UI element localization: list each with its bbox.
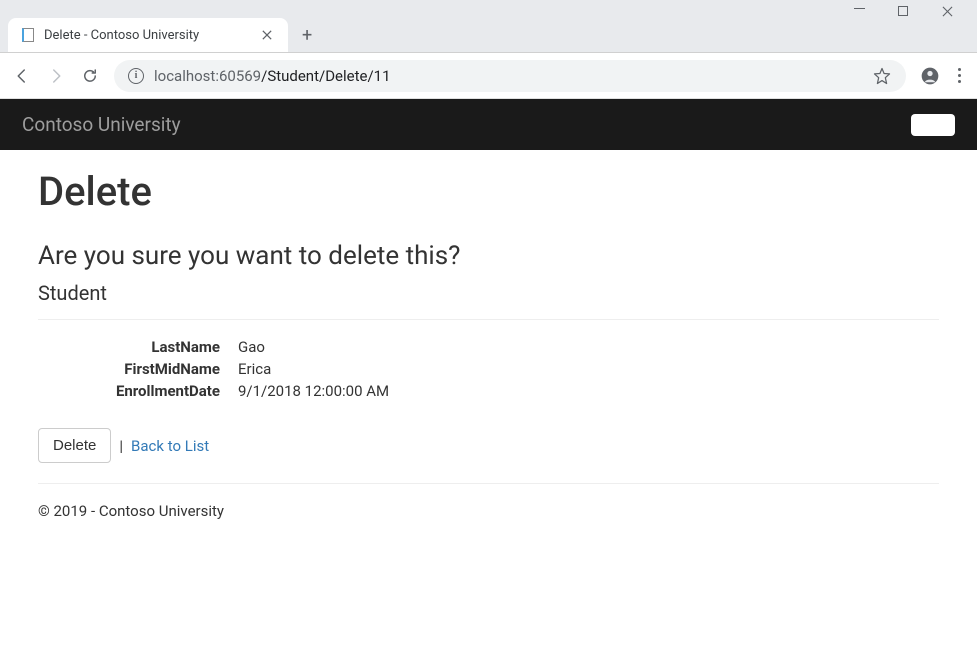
- profile-avatar-icon[interactable]: [920, 66, 940, 86]
- separator: |: [119, 437, 123, 455]
- site-info-icon[interactable]: i: [128, 68, 144, 84]
- browser-toolbar: i localhost:60569/Student/Delete/11: [0, 53, 977, 99]
- entity-name: Student: [38, 281, 939, 305]
- confirm-message: Are you sure you want to delete this?: [38, 241, 939, 271]
- tab-favicon-icon: [20, 27, 36, 43]
- tab-close-button[interactable]: [258, 26, 276, 44]
- back-button[interactable]: [12, 66, 32, 86]
- delete-button[interactable]: Delete: [38, 428, 111, 463]
- field-value: Erica: [238, 360, 939, 378]
- divider: [38, 319, 939, 320]
- field-value: 9/1/2018 12:00:00 AM: [238, 382, 939, 400]
- arrow-left-icon: [13, 67, 31, 85]
- browser-menu-button[interactable]: [954, 68, 965, 83]
- window-minimize-button[interactable]: [853, 5, 865, 17]
- browser-chrome: Delete - Contoso University +: [0, 0, 977, 53]
- new-tab-button[interactable]: +: [288, 19, 326, 52]
- bookmark-star-icon[interactable]: [872, 66, 892, 86]
- reload-button[interactable]: [80, 66, 100, 86]
- page-content: Delete Are you sure you want to delete t…: [0, 150, 977, 538]
- form-actions: Delete | Back to List: [38, 428, 939, 463]
- address-bar[interactable]: i localhost:60569/Student/Delete/11: [114, 60, 906, 92]
- browser-tab-active[interactable]: Delete - Contoso University: [8, 18, 288, 52]
- app-navbar: Contoso University: [0, 99, 977, 150]
- back-to-list-link[interactable]: Back to List: [131, 437, 209, 455]
- navbar-brand[interactable]: Contoso University: [22, 113, 181, 136]
- footer-text: © 2019 - Contoso University: [38, 502, 939, 520]
- page-title: Delete: [38, 168, 939, 215]
- url-text: localhost:60569/Student/Delete/11: [154, 67, 862, 85]
- window-close-button[interactable]: [941, 5, 953, 17]
- tab-strip: Delete - Contoso University +: [0, 12, 977, 52]
- field-value: Gao: [238, 338, 939, 356]
- forward-button[interactable]: [46, 66, 66, 86]
- window-maximize-button[interactable]: [897, 5, 909, 17]
- arrow-right-icon: [47, 67, 65, 85]
- field-label: FirstMidName: [38, 360, 238, 378]
- navbar-toggle-button[interactable]: [911, 114, 955, 136]
- tab-title: Delete - Contoso University: [44, 28, 250, 43]
- divider: [38, 483, 939, 484]
- field-label: LastName: [38, 338, 238, 356]
- details-list: LastName Gao FirstMidName Erica Enrollme…: [38, 338, 939, 400]
- reload-icon: [81, 67, 99, 85]
- field-label: EnrollmentDate: [38, 382, 238, 400]
